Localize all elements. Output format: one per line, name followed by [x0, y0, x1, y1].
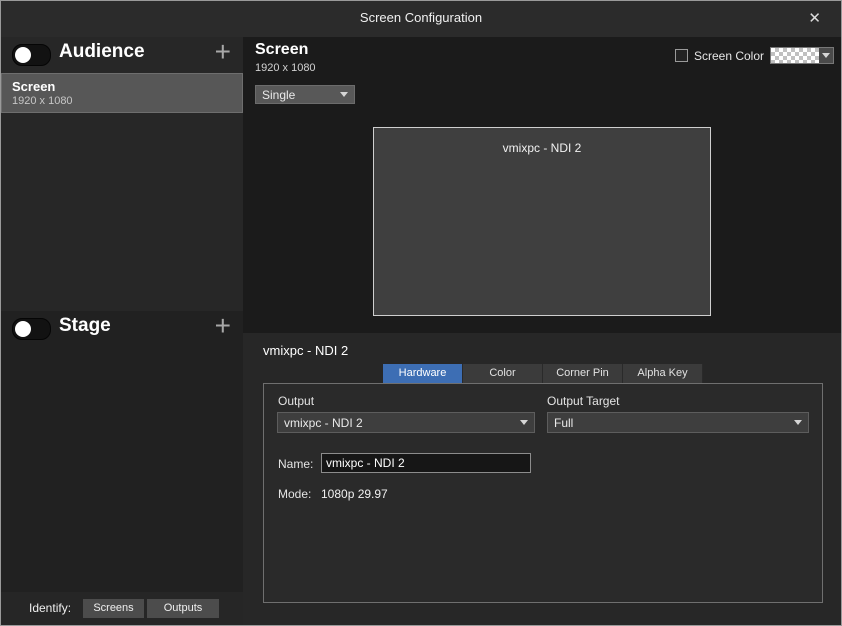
output-value: vmixpc - NDI 2: [284, 416, 363, 430]
mode-label: Mode:: [278, 487, 311, 501]
close-icon[interactable]: ✕: [804, 9, 825, 27]
output-target-value: Full: [554, 416, 573, 430]
toggle-knob: [15, 321, 31, 337]
name-label: Name:: [278, 457, 313, 471]
identify-label: Identify:: [29, 601, 71, 615]
chevron-down-icon: [340, 92, 348, 97]
layout-mode-dropdown[interactable]: Single: [255, 85, 355, 104]
screen-item-title: Screen: [12, 79, 242, 94]
identify-outputs-button[interactable]: Outputs: [147, 599, 219, 618]
screen-color-label: Screen Color: [694, 49, 764, 63]
stage-section: Stage +: [1, 311, 243, 592]
identify-screens-button[interactable]: Screens: [83, 599, 144, 618]
stage-label: Stage: [59, 315, 111, 337]
preview-source-label: vmixpc - NDI 2: [374, 141, 710, 155]
title-bar: Screen Configuration ✕: [1, 1, 841, 37]
window-title: Screen Configuration: [1, 10, 841, 25]
stage-section-header: Stage +: [1, 311, 243, 345]
chevron-down-icon: [520, 420, 528, 425]
tab-corner-pin[interactable]: Corner Pin: [543, 364, 623, 383]
add-stage-screen-icon[interactable]: +: [215, 309, 231, 343]
screen-color-group: Screen Color: [675, 47, 834, 64]
toggle-knob: [15, 47, 31, 63]
screen-color-checkbox[interactable]: [675, 49, 688, 62]
identify-row: Identify: Screens Outputs: [1, 592, 243, 626]
sidebar-item-screen[interactable]: Screen 1920 x 1080: [1, 73, 243, 113]
page-title: Screen: [255, 41, 308, 59]
sidebar: Audience + Screen 1920 x 1080 Stage + Id…: [1, 37, 243, 626]
page-resolution: 1920 x 1080: [255, 62, 316, 74]
audience-toggle[interactable]: [12, 44, 51, 66]
tab-alpha-key[interactable]: Alpha Key: [623, 364, 703, 383]
tab-hardware[interactable]: Hardware: [383, 364, 463, 383]
output-section: vmixpc - NDI 2 Hardware Color Corner Pin…: [243, 333, 842, 626]
add-audience-screen-icon[interactable]: +: [215, 35, 231, 69]
output-dropdown[interactable]: vmixpc - NDI 2: [277, 412, 535, 433]
transparent-swatch: [771, 48, 819, 63]
audience-section-header: Audience +: [1, 37, 243, 71]
stage-toggle[interactable]: [12, 318, 51, 340]
output-target-dropdown[interactable]: Full: [547, 412, 809, 433]
screen-item-resolution: 1920 x 1080: [12, 95, 242, 107]
output-label: Output: [278, 394, 314, 408]
chevron-down-icon: [794, 420, 802, 425]
audience-label: Audience: [59, 41, 145, 63]
name-input[interactable]: [321, 453, 531, 473]
main-panel: Screen 1920 x 1080 Screen Color Single v…: [243, 37, 842, 626]
screen-preview[interactable]: vmixpc - NDI 2: [373, 127, 711, 316]
tab-color[interactable]: Color: [463, 364, 543, 383]
output-target-label: Output Target: [547, 394, 620, 408]
output-tabs: Hardware Color Corner Pin Alpha Key: [383, 364, 703, 383]
screen-configuration-window: Screen Configuration ✕ Audience + Screen…: [0, 0, 842, 626]
output-section-title: vmixpc - NDI 2: [263, 343, 348, 358]
chevron-down-icon: [819, 53, 833, 58]
screen-color-dropdown[interactable]: [770, 47, 834, 64]
mode-value: 1080p 29.97: [321, 487, 388, 501]
layout-mode-value: Single: [262, 88, 295, 102]
hardware-panel: Output vmixpc - NDI 2 Output Target Full…: [263, 383, 823, 603]
